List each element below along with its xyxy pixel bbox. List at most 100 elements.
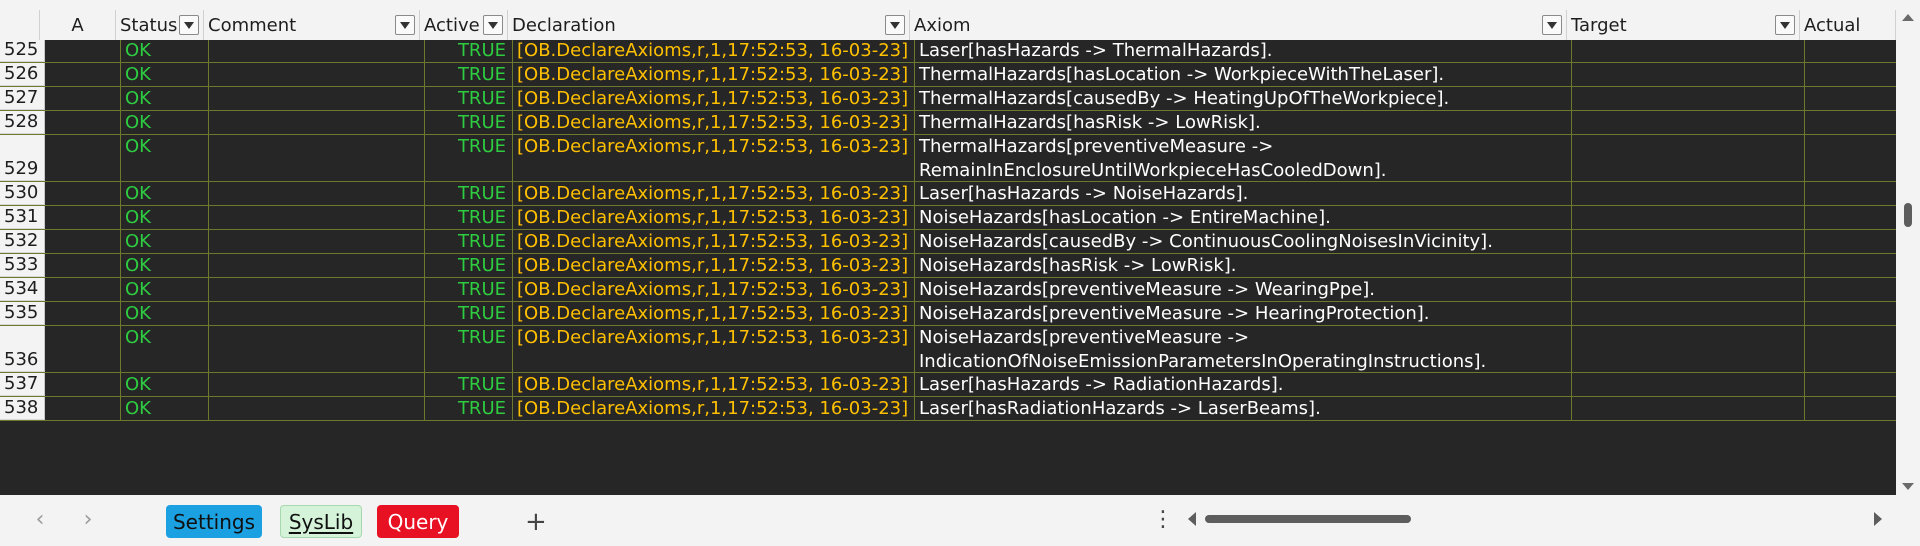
status-cell[interactable]: OK bbox=[121, 373, 209, 396]
column-header-axiom[interactable]: Axiom bbox=[910, 10, 1567, 40]
status-cell[interactable]: OK bbox=[121, 87, 209, 110]
active-cell[interactable]: TRUE bbox=[425, 397, 513, 420]
row-number[interactable]: 527 bbox=[0, 87, 45, 110]
vertical-scroll-thumb[interactable] bbox=[1904, 203, 1912, 227]
status-filter-dropdown-icon[interactable] bbox=[179, 15, 199, 35]
declaration-cell[interactable]: [OB.DeclareAxioms,r,1,17:52:53, 16-03-23… bbox=[513, 397, 915, 420]
chevron-left-icon[interactable]: ‹ bbox=[30, 509, 50, 531]
status-cell[interactable]: OK bbox=[121, 302, 209, 325]
table-row[interactable]: 535 OK TRUE [OB.DeclareAxioms,r,1,17:52:53,… bbox=[0, 302, 1896, 326]
declaration-cell[interactable]: [OB.DeclareAxioms,r,1,17:52:53, 16-03-23… bbox=[513, 230, 915, 253]
actual-cell[interactable] bbox=[1805, 326, 1896, 372]
column-header-comment[interactable]: Comment bbox=[204, 10, 420, 40]
comment-cell[interactable] bbox=[209, 206, 425, 229]
target-cell[interactable] bbox=[1572, 254, 1805, 277]
row-number[interactable]: 533 bbox=[0, 254, 45, 277]
declaration-filter-dropdown-icon[interactable] bbox=[885, 15, 905, 35]
row-number[interactable]: 536 bbox=[0, 326, 45, 372]
column-header-target[interactable]: Target bbox=[1567, 10, 1800, 40]
active-cell[interactable]: TRUE bbox=[425, 63, 513, 86]
target-cell[interactable] bbox=[1572, 302, 1805, 325]
horizontal-scrollbar[interactable] bbox=[1205, 513, 1871, 525]
active-cell[interactable]: TRUE bbox=[425, 278, 513, 301]
axiom-cell[interactable]: NoiseHazards[hasLocation -> EntireMachin… bbox=[915, 206, 1572, 229]
status-cell[interactable]: OK bbox=[121, 254, 209, 277]
active-cell[interactable]: TRUE bbox=[425, 206, 513, 229]
actual-cell[interactable] bbox=[1805, 397, 1896, 420]
axiom-cell[interactable]: Laser[hasHazards -> NoiseHazards]. bbox=[915, 182, 1572, 205]
comment-cell[interactable] bbox=[209, 302, 425, 325]
table-row[interactable]: 537 OK TRUE [OB.DeclareAxioms,r,1,17:52:53,… bbox=[0, 373, 1896, 397]
actual-cell[interactable] bbox=[1805, 40, 1896, 62]
cell-a[interactable] bbox=[45, 278, 121, 301]
row-number[interactable]: 530 bbox=[0, 182, 45, 205]
declaration-cell[interactable]: [OB.DeclareAxioms,r,1,17:52:53, 16-03-23… bbox=[513, 206, 915, 229]
actual-cell[interactable] bbox=[1805, 302, 1896, 325]
declaration-cell[interactable]: [OB.DeclareAxioms,r,1,17:52:53, 16-03-23… bbox=[513, 40, 915, 62]
table-row[interactable]: 532 OK TRUE [OB.DeclareAxioms,r,1,17:52:53,… bbox=[0, 230, 1896, 254]
row-number[interactable]: 528 bbox=[0, 111, 45, 134]
actual-cell[interactable] bbox=[1805, 63, 1896, 86]
cell-a[interactable] bbox=[45, 254, 121, 277]
comment-cell[interactable] bbox=[209, 135, 425, 181]
row-number[interactable]: 535 bbox=[0, 302, 45, 325]
cell-a[interactable] bbox=[45, 63, 121, 86]
comment-cell[interactable] bbox=[209, 87, 425, 110]
declaration-cell[interactable]: [OB.DeclareAxioms,r,1,17:52:53, 16-03-23… bbox=[513, 326, 915, 372]
target-cell[interactable] bbox=[1572, 373, 1805, 396]
axiom-cell[interactable]: ThermalHazards[causedBy -> HeatingUpOfTh… bbox=[915, 87, 1572, 110]
axiom-filter-dropdown-icon[interactable] bbox=[1542, 15, 1562, 35]
row-number[interactable]: 532 bbox=[0, 230, 45, 253]
active-cell[interactable]: TRUE bbox=[425, 40, 513, 62]
declaration-cell[interactable]: [OB.DeclareAxioms,r,1,17:52:53, 16-03-23… bbox=[513, 63, 915, 86]
comment-cell[interactable] bbox=[209, 326, 425, 372]
actual-cell[interactable] bbox=[1805, 373, 1896, 396]
actual-cell[interactable] bbox=[1805, 111, 1896, 134]
vertical-scrollbar[interactable] bbox=[1896, 10, 1920, 495]
table-row[interactable]: 530 OK TRUE [OB.DeclareAxioms,r,1,17:52:53,… bbox=[0, 182, 1896, 206]
declaration-cell[interactable]: [OB.DeclareAxioms,r,1,17:52:53, 16-03-23… bbox=[513, 182, 915, 205]
actual-cell[interactable] bbox=[1805, 135, 1896, 181]
declaration-cell[interactable]: [OB.DeclareAxioms,r,1,17:52:53, 16-03-23… bbox=[513, 111, 915, 134]
status-cell[interactable]: OK bbox=[121, 63, 209, 86]
horizontal-scroll-thumb[interactable] bbox=[1205, 515, 1411, 523]
active-cell[interactable]: TRUE bbox=[425, 87, 513, 110]
spreadsheet-grid[interactable]: A Status Comment Active Declaration Axio… bbox=[0, 10, 1896, 495]
active-cell[interactable]: TRUE bbox=[425, 135, 513, 181]
comment-filter-dropdown-icon[interactable] bbox=[395, 15, 415, 35]
table-row[interactable]: 534 OK TRUE [OB.DeclareAxioms,r,1,17:52:53,… bbox=[0, 278, 1896, 302]
target-cell[interactable] bbox=[1572, 111, 1805, 134]
table-row[interactable]: 538 OK TRUE [OB.DeclareAxioms,r,1,17:52:53,… bbox=[0, 397, 1896, 421]
target-cell[interactable] bbox=[1572, 63, 1805, 86]
cell-a[interactable] bbox=[45, 326, 121, 372]
row-number[interactable]: 526 bbox=[0, 63, 45, 86]
column-header-a[interactable]: A bbox=[40, 10, 116, 40]
active-cell[interactable]: TRUE bbox=[425, 302, 513, 325]
axiom-cell[interactable]: NoiseHazards[preventiveMeasure -> Wearin… bbox=[915, 278, 1572, 301]
row-number[interactable]: 525 bbox=[0, 39, 45, 62]
active-cell[interactable]: TRUE bbox=[425, 182, 513, 205]
axiom-cell[interactable]: Laser[hasHazards -> RadiationHazards]. bbox=[915, 373, 1572, 396]
declaration-cell[interactable]: [OB.DeclareAxioms,r,1,17:52:53, 16-03-23… bbox=[513, 373, 915, 396]
active-cell[interactable]: TRUE bbox=[425, 230, 513, 253]
axiom-cell[interactable]: ThermalHazards[hasLocation -> WorkpieceW… bbox=[915, 63, 1572, 86]
table-row[interactable]: 533 OK TRUE [OB.DeclareAxioms,r,1,17:52:53,… bbox=[0, 254, 1896, 278]
cell-a[interactable] bbox=[45, 135, 121, 181]
select-all-corner[interactable] bbox=[0, 10, 40, 40]
axiom-cell[interactable]: NoiseHazards[hasRisk -> LowRisk]. bbox=[915, 254, 1572, 277]
status-cell[interactable]: OK bbox=[121, 111, 209, 134]
actual-cell[interactable] bbox=[1805, 278, 1896, 301]
cell-a[interactable] bbox=[45, 230, 121, 253]
axiom-cell[interactable]: ThermalHazards[preventiveMeasure -> Remai… bbox=[915, 135, 1572, 181]
table-row[interactable]: 536 OK TRUE [OB.DeclareAxioms,r,1,17:52:53,… bbox=[0, 326, 1896, 373]
scroll-down-arrow-icon[interactable] bbox=[1902, 483, 1914, 490]
row-number[interactable]: 531 bbox=[0, 206, 45, 229]
status-cell[interactable]: OK bbox=[121, 40, 209, 62]
actual-cell[interactable] bbox=[1805, 87, 1896, 110]
active-cell[interactable]: TRUE bbox=[425, 373, 513, 396]
status-cell[interactable]: OK bbox=[121, 206, 209, 229]
tab-syslib[interactable]: SysLib bbox=[280, 505, 362, 538]
comment-cell[interactable] bbox=[209, 397, 425, 420]
cell-a[interactable] bbox=[45, 111, 121, 134]
axiom-cell[interactable]: NoiseHazards[preventiveMeasure -> Hearin… bbox=[915, 302, 1572, 325]
